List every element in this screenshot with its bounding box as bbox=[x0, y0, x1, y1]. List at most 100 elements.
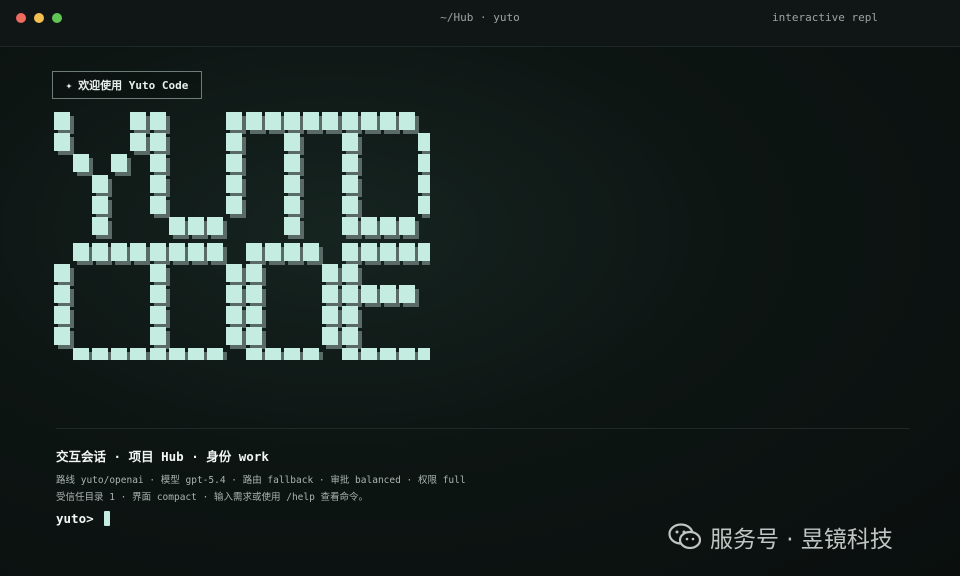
logo-block bbox=[111, 154, 127, 172]
logo-block bbox=[361, 285, 377, 303]
logo-block bbox=[284, 175, 300, 193]
logo-block bbox=[303, 243, 319, 261]
logo-block bbox=[342, 217, 358, 235]
logo-block bbox=[226, 133, 242, 151]
logo-block bbox=[342, 264, 358, 282]
logo-block bbox=[399, 243, 415, 261]
logo-block bbox=[169, 348, 185, 360]
logo-block bbox=[130, 348, 146, 360]
title-bar: ~/Hub · yuto interactive repl bbox=[0, 0, 960, 47]
logo-block bbox=[150, 306, 166, 324]
logo-block bbox=[150, 285, 166, 303]
logo-block bbox=[284, 217, 300, 235]
logo-block bbox=[54, 285, 70, 303]
logo-block bbox=[92, 175, 108, 193]
logo-block bbox=[418, 243, 430, 261]
logo-block bbox=[380, 243, 396, 261]
watermark-text: 服务号 · 昱镜科技 bbox=[710, 527, 893, 553]
logo-block bbox=[418, 175, 430, 193]
wechat-icon bbox=[668, 523, 702, 550]
logo-block bbox=[150, 327, 166, 345]
welcome-badge-text: 欢迎使用 Yuto Code bbox=[78, 79, 189, 92]
logo-block bbox=[342, 112, 358, 130]
logo-block bbox=[54, 264, 70, 282]
logo-block bbox=[284, 196, 300, 214]
logo-block bbox=[303, 348, 319, 360]
logo-block bbox=[188, 243, 204, 261]
logo-block bbox=[265, 243, 281, 261]
logo-block bbox=[150, 348, 166, 360]
text-cursor[interactable] bbox=[103, 511, 110, 526]
logo-block bbox=[54, 306, 70, 324]
logo-block bbox=[380, 217, 396, 235]
logo-block bbox=[342, 196, 358, 214]
logo-block bbox=[73, 243, 89, 261]
logo-block bbox=[150, 112, 166, 130]
logo-block bbox=[73, 348, 89, 360]
repl-prompt[interactable]: yuto> bbox=[56, 511, 110, 526]
logo-block bbox=[92, 348, 108, 360]
logo-block bbox=[342, 175, 358, 193]
watermark: 服务号 · 昱镜科技 bbox=[668, 520, 893, 554]
logo-block bbox=[342, 133, 358, 151]
logo-block bbox=[226, 175, 242, 193]
window-mode-label: interactive repl bbox=[772, 11, 878, 24]
logo-block bbox=[92, 243, 108, 261]
logo-block bbox=[207, 348, 223, 360]
logo-block bbox=[188, 348, 204, 360]
logo-block bbox=[246, 348, 262, 360]
logo-block bbox=[399, 285, 415, 303]
logo-block bbox=[246, 112, 262, 130]
logo-block bbox=[380, 285, 396, 303]
logo-block bbox=[380, 112, 396, 130]
logo-block bbox=[54, 327, 70, 345]
config-info-line: 路线 yuto/openai · 模型 gpt-5.4 · 路由 fallbac… bbox=[56, 475, 466, 486]
logo-block bbox=[284, 133, 300, 151]
logo-block bbox=[342, 348, 358, 360]
workspace-info-line: 受信任目录 1 · 界面 compact · 输入需求或使用 /help 查看命… bbox=[56, 492, 369, 503]
logo-block bbox=[322, 327, 338, 345]
logo-block bbox=[111, 348, 127, 360]
logo-block bbox=[92, 196, 108, 214]
logo-block bbox=[246, 264, 262, 282]
session-summary: 交互会话 · 项目 Hub · 身份 work bbox=[56, 449, 269, 464]
logo-block bbox=[130, 243, 146, 261]
logo-block bbox=[418, 133, 430, 151]
logo-block bbox=[342, 154, 358, 172]
logo-block bbox=[111, 243, 127, 261]
logo-block bbox=[207, 243, 223, 261]
logo-block bbox=[418, 196, 430, 214]
logo-block bbox=[342, 327, 358, 345]
logo-block bbox=[418, 154, 430, 172]
logo-block bbox=[284, 243, 300, 261]
logo-block bbox=[418, 348, 430, 360]
sparkle-icon: ✦ bbox=[65, 78, 73, 92]
logo-block bbox=[322, 306, 338, 324]
logo-block bbox=[361, 112, 377, 130]
logo-block bbox=[284, 112, 300, 130]
prompt-label: yuto> bbox=[56, 511, 94, 526]
logo-block bbox=[303, 112, 319, 130]
logo-block bbox=[92, 217, 108, 235]
divider bbox=[56, 428, 910, 429]
yuto-code-logo bbox=[54, 112, 430, 360]
logo-block bbox=[150, 175, 166, 193]
logo-block bbox=[342, 243, 358, 261]
logo-block bbox=[226, 306, 242, 324]
logo-block bbox=[73, 154, 89, 172]
logo-block bbox=[380, 348, 396, 360]
logo-block bbox=[150, 243, 166, 261]
logo-block bbox=[399, 217, 415, 235]
logo-block bbox=[169, 243, 185, 261]
logo-block bbox=[246, 327, 262, 345]
welcome-badge: ✦ 欢迎使用 Yuto Code bbox=[52, 71, 202, 99]
logo-block bbox=[226, 154, 242, 172]
logo-block bbox=[207, 217, 223, 235]
logo-block bbox=[150, 196, 166, 214]
logo-block bbox=[322, 264, 338, 282]
logo-block bbox=[150, 154, 166, 172]
logo-block bbox=[54, 133, 70, 151]
logo-block bbox=[246, 243, 262, 261]
logo-block bbox=[284, 154, 300, 172]
logo-block bbox=[284, 348, 300, 360]
